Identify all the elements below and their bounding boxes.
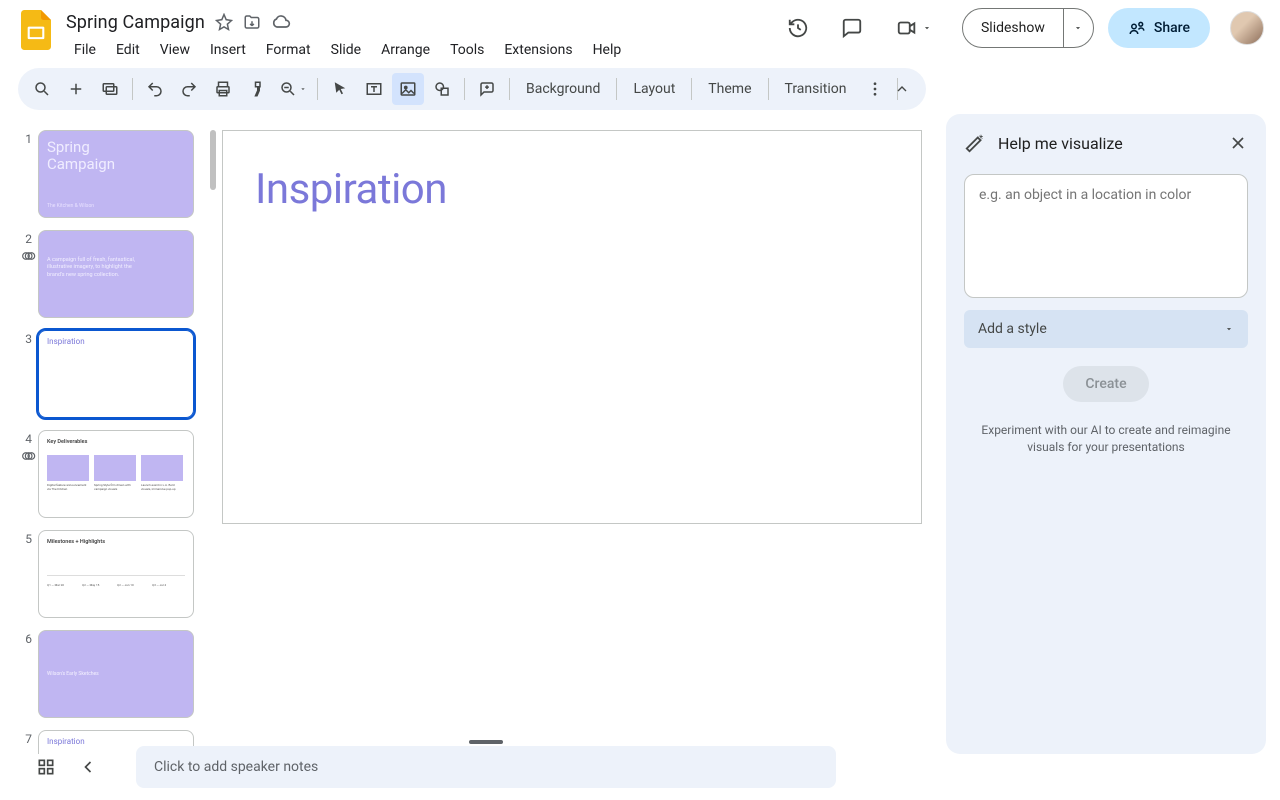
undo-icon[interactable] — [139, 73, 171, 105]
prompt-input[interactable] — [964, 174, 1248, 298]
slide-title-text[interactable]: Inspiration — [255, 165, 447, 214]
menu-file[interactable]: File — [66, 38, 104, 62]
menu-extensions[interactable]: Extensions — [496, 38, 580, 62]
new-slide-icon[interactable] — [60, 73, 92, 105]
search-menu-icon[interactable] — [26, 73, 58, 105]
textbox-tool-icon[interactable] — [358, 73, 390, 105]
slide-number: 1 — [20, 130, 38, 218]
background-button[interactable]: Background — [516, 73, 610, 105]
star-icon[interactable] — [215, 13, 233, 31]
slide-thumb-4[interactable]: Key Deliverables Digital feature announc… — [38, 430, 194, 518]
menu-help[interactable]: Help — [585, 38, 630, 62]
doc-title[interactable]: Spring Campaign — [66, 12, 205, 33]
history-icon[interactable] — [778, 8, 818, 48]
style-dropdown[interactable]: Add a style — [964, 310, 1248, 348]
notes-placeholder: Click to add speaker notes — [154, 759, 318, 775]
slide-number: 2 — [20, 230, 38, 318]
transition-button[interactable]: Transition — [775, 73, 857, 105]
slide-thumb-3[interactable]: Inspiration — [38, 330, 194, 418]
zoom-icon[interactable] — [275, 73, 311, 105]
animation-badge-icon — [20, 448, 36, 464]
cloud-status-icon[interactable] — [271, 12, 291, 32]
comment-add-icon[interactable] — [471, 73, 503, 105]
slides-logo[interactable] — [16, 10, 56, 50]
menu-format[interactable]: Format — [258, 38, 319, 62]
share-label: Share — [1154, 20, 1190, 36]
slide-number: 4 — [20, 430, 38, 518]
menu-tools[interactable]: Tools — [442, 38, 492, 62]
menu-view[interactable]: View — [152, 38, 198, 62]
shape-tool-icon[interactable] — [426, 73, 458, 105]
close-icon[interactable] — [1228, 133, 1248, 153]
toolbar: Background Layout Theme Transition — [18, 68, 926, 110]
speaker-notes-input[interactable]: Click to add speaker notes — [136, 746, 836, 788]
menu-edit[interactable]: Edit — [108, 38, 148, 62]
slide-filmstrip[interactable]: 1 SpringCampaign The Kitchen & Wilson 2 … — [0, 114, 218, 754]
menu-insert[interactable]: Insert — [202, 38, 254, 62]
create-button[interactable]: Create — [1063, 366, 1148, 402]
menu-bar: File Edit View Insert Format Slide Arran… — [66, 38, 629, 62]
menu-arrange[interactable]: Arrange — [373, 38, 438, 62]
print-icon[interactable] — [207, 73, 239, 105]
scrollbar[interactable] — [210, 130, 216, 190]
slide-number: 3 — [20, 330, 38, 418]
slide-thumb-6[interactable]: Wilson's Early Sketches — [38, 630, 194, 718]
help-me-visualize-panel: Help me visualize Add a style Create Exp… — [946, 114, 1266, 754]
panel-footer-text: Experiment with our AI to create and rei… — [964, 422, 1248, 456]
slide-thumb-5[interactable]: Milestones + Highlights Q1 — Mar 20 Q2 —… — [38, 530, 194, 618]
slide-thumb-1[interactable]: SpringCampaign The Kitchen & Wilson — [38, 130, 194, 218]
chevron-left-icon[interactable] — [70, 749, 106, 785]
comments-icon[interactable] — [832, 8, 872, 48]
slide-thumb-2[interactable]: A campaign full of fresh, fantastical, i… — [38, 230, 194, 318]
redo-icon[interactable] — [173, 73, 205, 105]
theme-button[interactable]: Theme — [698, 73, 761, 105]
slide-number: 5 — [20, 530, 38, 618]
collapse-toolbar-icon[interactable] — [886, 73, 918, 105]
panel-title: Help me visualize — [998, 134, 1216, 153]
slideshow-dropdown[interactable] — [1063, 9, 1093, 47]
notes-resize-handle[interactable] — [469, 740, 503, 744]
paint-format-icon[interactable] — [241, 73, 273, 105]
slide-canvas[interactable]: Inspiration — [222, 130, 922, 524]
image-tool-icon[interactable] — [392, 73, 424, 105]
account-avatar[interactable] — [1230, 11, 1264, 45]
layout-button[interactable]: Layout — [623, 73, 685, 105]
select-tool-icon[interactable] — [324, 73, 356, 105]
share-button[interactable]: Share — [1108, 8, 1210, 48]
magic-pen-icon — [964, 132, 986, 154]
style-label: Add a style — [978, 321, 1047, 337]
move-icon[interactable] — [243, 13, 261, 31]
slide-number: 6 — [20, 630, 38, 718]
menu-slide[interactable]: Slide — [323, 38, 369, 62]
grid-view-icon[interactable] — [28, 749, 64, 785]
slideshow-button[interactable]: Slideshow — [963, 9, 1063, 47]
animation-badge-icon — [20, 248, 36, 264]
meet-button[interactable] — [886, 8, 942, 48]
slide-canvas-area: Inspiration — [218, 114, 946, 754]
new-slide-layout-icon[interactable] — [94, 73, 126, 105]
